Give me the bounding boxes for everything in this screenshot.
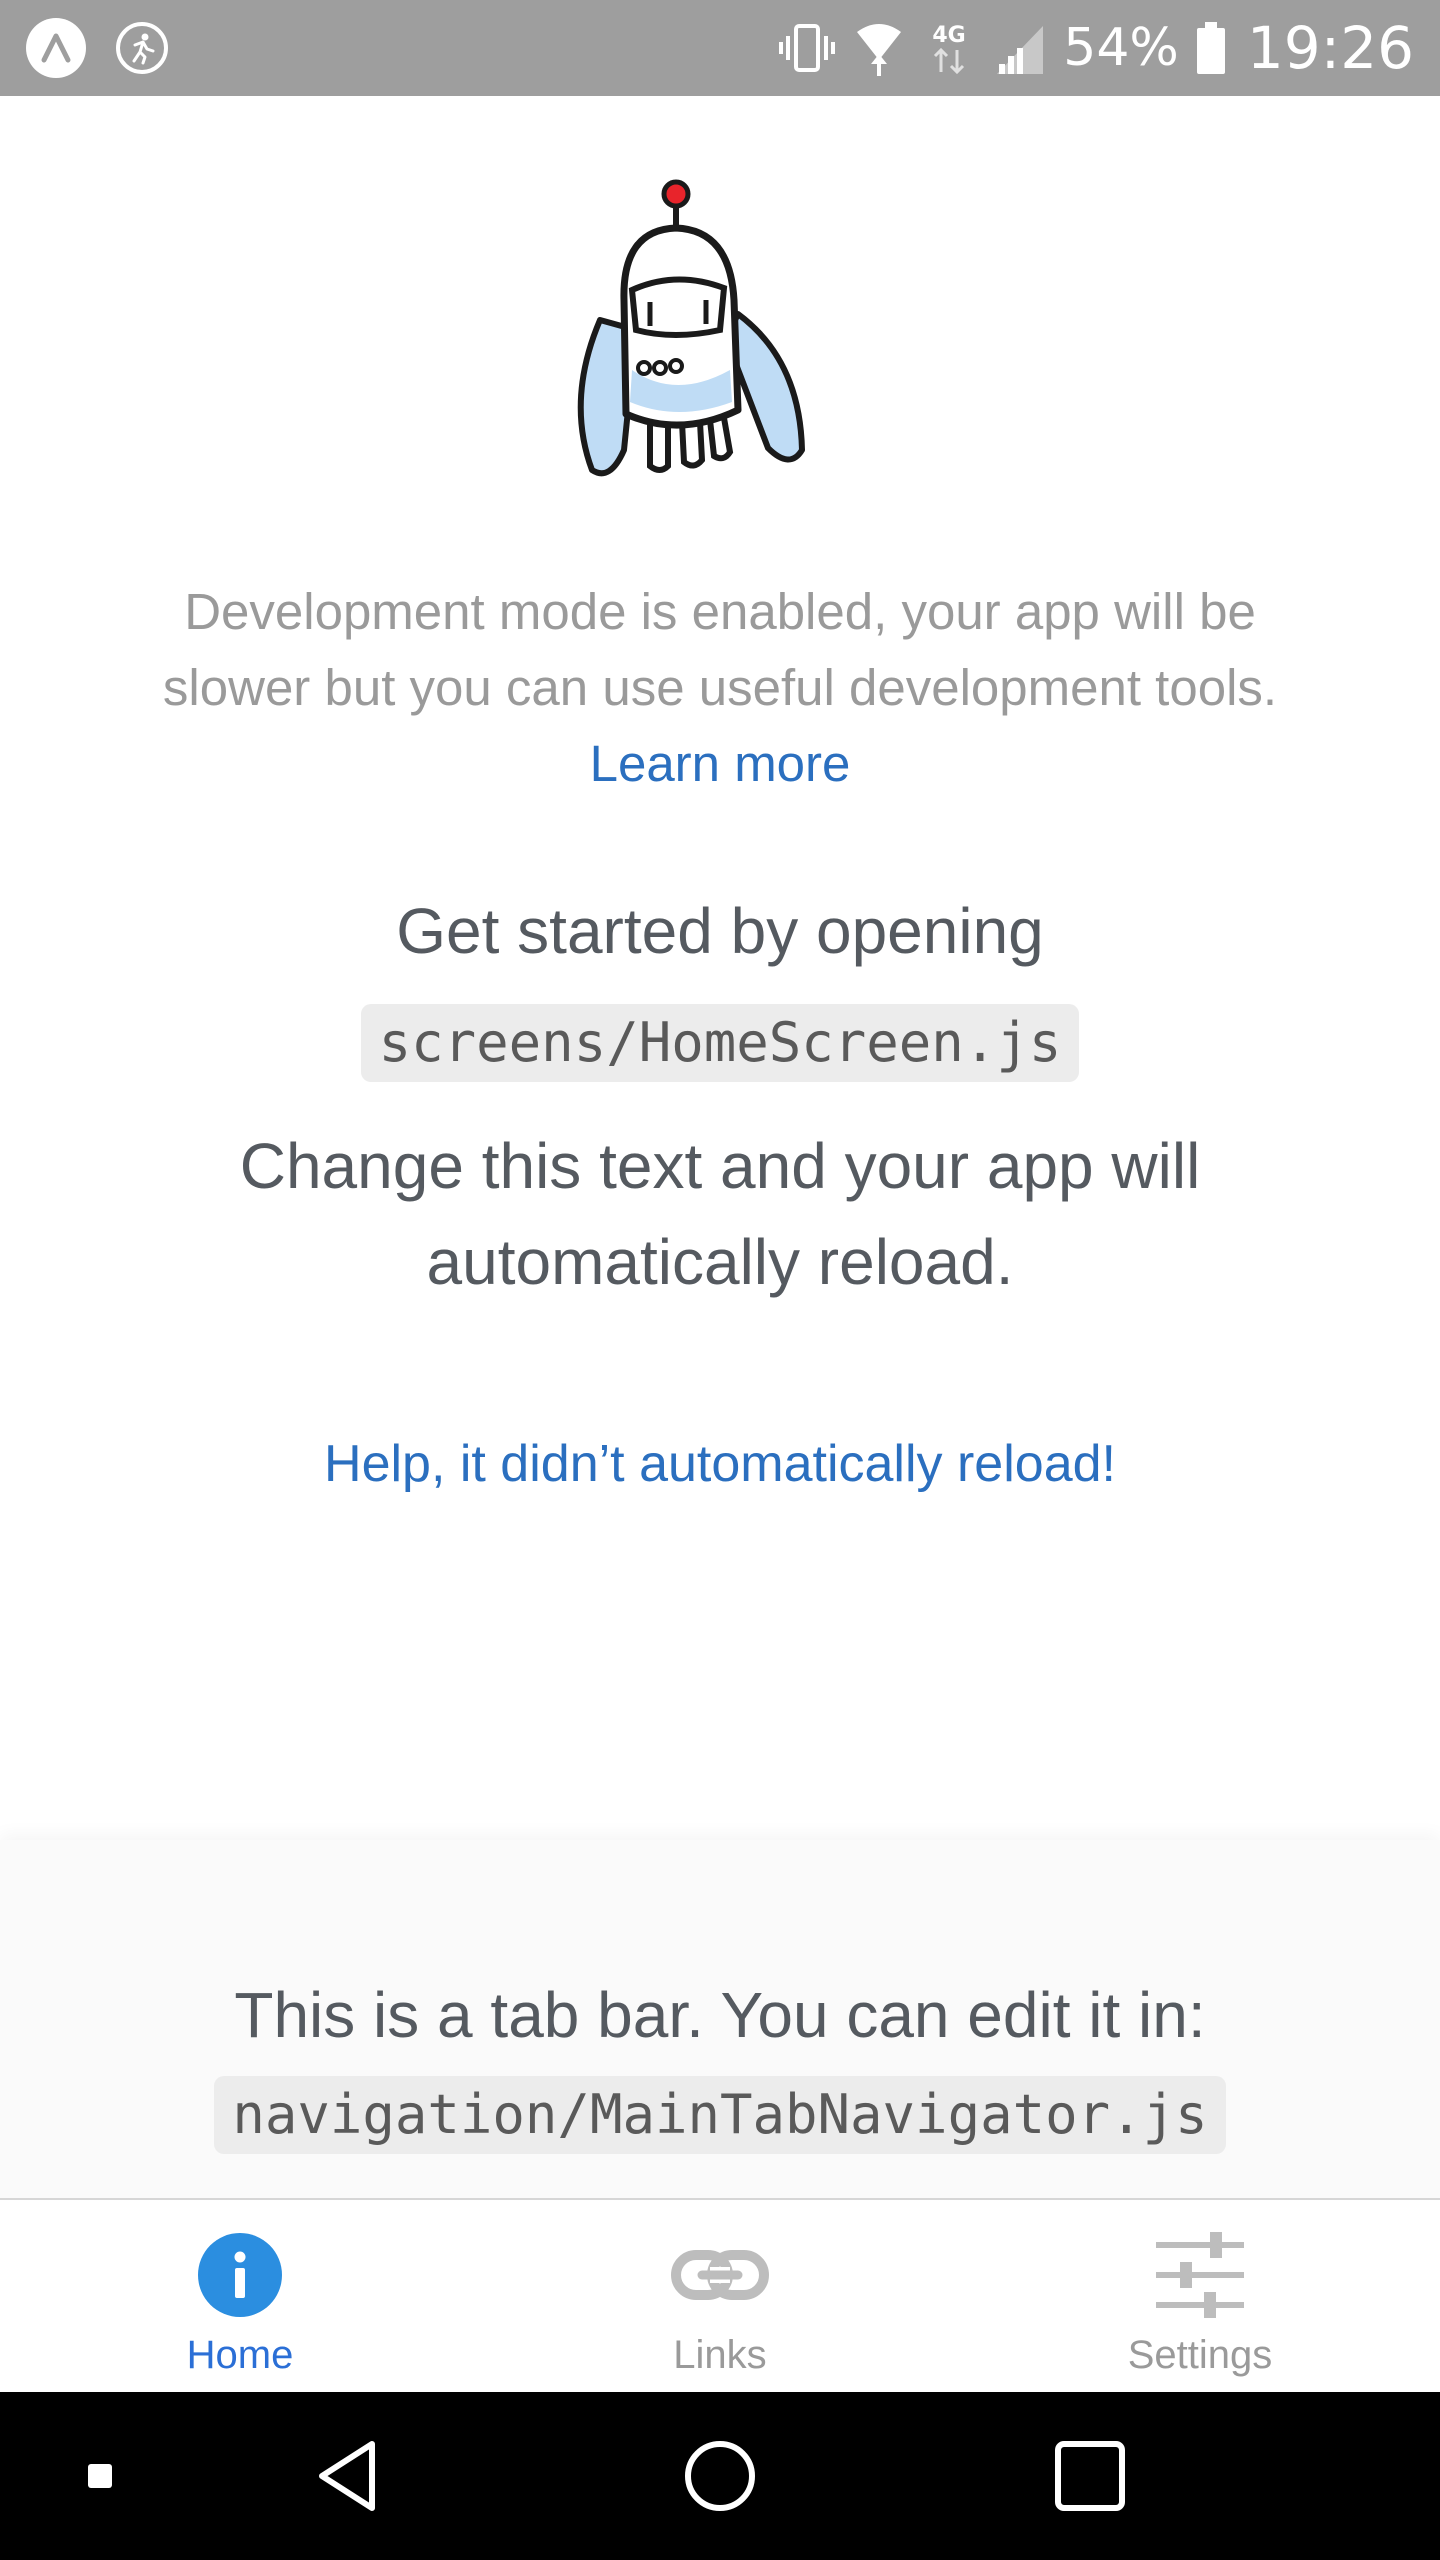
info-icon [90,2230,390,2320]
status-bar: 4G 54% 19:26 [0,0,1440,96]
learn-more-link[interactable]: Learn more [590,735,851,792]
svg-text:4G: 4G [933,23,966,48]
battery-percent: 54% [1063,18,1179,78]
tab-bar-info-text: This is a tab bar. You can edit it in: [234,1979,1206,2051]
dev-mode-notice: Development mode is enabled, your app wi… [160,574,1280,802]
battery-icon [1195,18,1227,78]
nav-square-small-icon[interactable] [20,2392,180,2560]
network-4g-icon: 4G [921,18,977,78]
tab-settings-label: Settings [1127,2333,1273,2377]
tab-home[interactable]: Home [90,2200,390,2392]
navigator-path: navigation/MainTabNavigator.js [214,2076,1226,2154]
status-time: 19:26 [1246,14,1414,82]
recents-icon[interactable] [1010,2392,1170,2560]
home-nav-icon[interactable] [640,2392,800,2560]
app-logo-icon [26,18,86,78]
tab-home-label: Home [186,2333,294,2377]
wifi-icon [853,18,905,78]
home-screen-path: screens/HomeScreen.js [360,1004,1080,1082]
tab-bar-info-panel: This is a tab bar. You can edit it in: n… [0,1840,1440,2198]
tab-links-label: Links [673,2333,767,2377]
signal-icon [993,18,1047,78]
activity-icon [116,22,168,74]
change-text: Change this text and your app will autom… [239,1130,1201,1298]
tab-bar: Home Links Settings [0,2198,1440,2392]
robot-illustration [570,170,830,500]
status-right-icons: 4G 54% 19:26 [777,14,1414,82]
dev-mode-text: Development mode is enabled, your app wi… [162,583,1278,716]
vibrate-icon [777,18,837,78]
sliders-icon [1050,2230,1350,2320]
android-nav-bar [0,2392,1440,2560]
get-started-text: Get started by opening [396,895,1044,967]
help-reload-link[interactable]: Help, it didn’t automatically reload! [0,1424,1440,1504]
navigator-path-container: navigation/MainTabNavigator.js [0,2076,1440,2154]
status-left-icons [26,18,168,78]
back-icon[interactable] [270,2392,430,2560]
home-screen-path-container: screens/HomeScreen.js [0,1004,1440,1082]
tab-settings[interactable]: Settings [1050,2200,1350,2392]
tab-links[interactable]: Links [570,2200,870,2392]
link-icon [570,2230,870,2320]
